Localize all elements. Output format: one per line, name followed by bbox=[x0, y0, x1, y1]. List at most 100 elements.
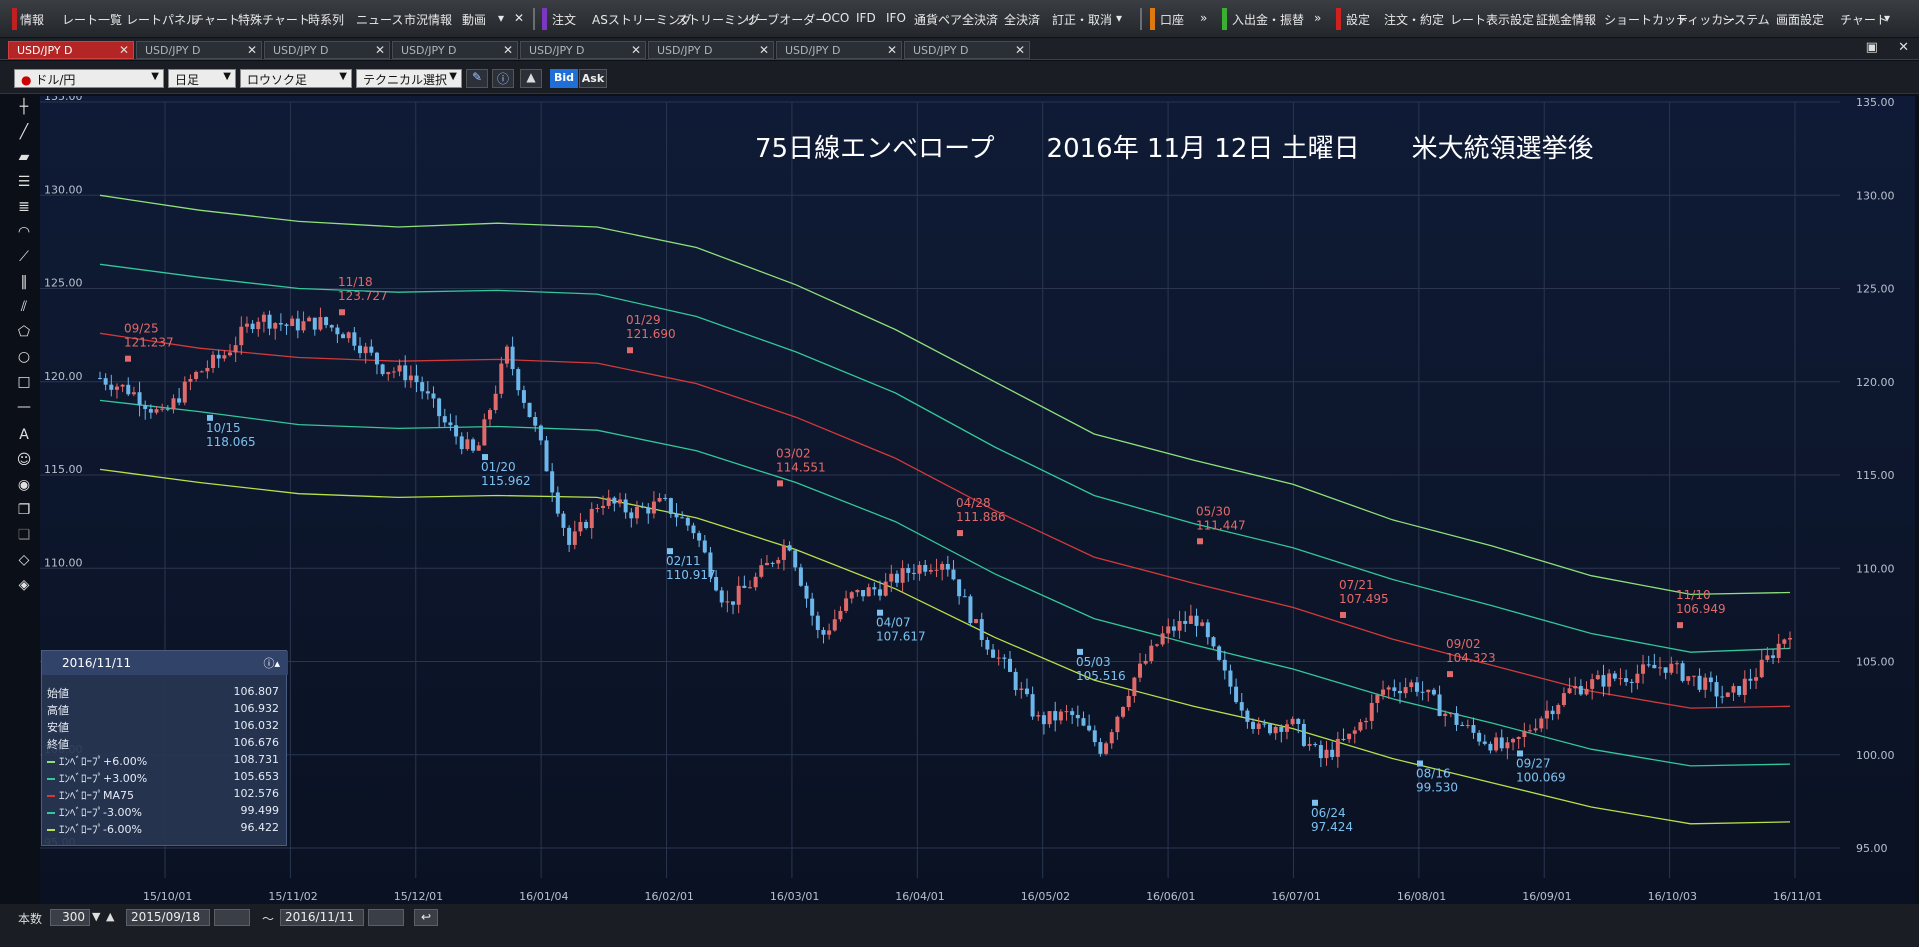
chart-area[interactable]: 135.00 135.00 130.00 130.00 125.00 125.00 120.… bbox=[40, 96, 1915, 904]
menu-deposit-transfer[interactable]: 入出金・振替 bbox=[1232, 11, 1304, 28]
magnet-icon[interactable]: ◉ bbox=[12, 474, 36, 496]
candle-body bbox=[1341, 738, 1346, 740]
to-time-input[interactable] bbox=[368, 909, 404, 926]
menu-system[interactable]: システム bbox=[1722, 11, 1770, 28]
chart-tab[interactable]: USD/JPY D ✕ bbox=[776, 41, 902, 59]
chart-tab[interactable]: USD/JPY D ✕ bbox=[264, 41, 390, 59]
maximize-icon[interactable]: ▣ bbox=[1866, 40, 1878, 55]
menu-video[interactable]: 動画 bbox=[462, 11, 486, 28]
price-chart[interactable]: 135.00 135.00 130.00 130.00 125.00 125.00 120.… bbox=[40, 96, 1915, 904]
close-icon[interactable]: ✕ bbox=[1015, 43, 1025, 57]
menu-amend-cancel[interactable]: 訂正・取消 bbox=[1052, 11, 1112, 28]
menu-ifd[interactable]: IFD bbox=[856, 11, 876, 25]
vertical-lines-icon[interactable]: ‖ bbox=[12, 271, 36, 293]
fibonacci-icon[interactable]: ≣ bbox=[12, 196, 36, 218]
line-tool-icon[interactable]: ╱ bbox=[12, 121, 36, 143]
paste-icon[interactable]: ❏ bbox=[12, 524, 36, 546]
menu-dropdown-icon[interactable]: ▾ bbox=[1116, 11, 1122, 25]
chart-tab[interactable]: USD/JPY D ✕ bbox=[904, 41, 1030, 59]
close-icon[interactable]: ✕ bbox=[631, 43, 641, 57]
menu-special-chart[interactable]: 特殊チャート bbox=[238, 11, 310, 28]
close-icon[interactable]: ✕ bbox=[119, 43, 129, 57]
menu-oco[interactable]: OCO bbox=[822, 11, 849, 25]
menu-rate-list[interactable]: レート一覧 bbox=[62, 11, 122, 28]
from-date-input[interactable]: 2015/09/18 bbox=[126, 909, 210, 926]
menu-rate-panel[interactable]: レートパネル bbox=[126, 11, 198, 28]
smiley-icon[interactable]: ☺ bbox=[12, 449, 36, 471]
candle-body bbox=[674, 514, 679, 518]
menu-chart-settings[interactable]: チャート bbox=[1840, 11, 1888, 28]
info-icon[interactable]: ⓘ bbox=[492, 69, 514, 88]
menu-pair-settle-all[interactable]: 通貨ペア全決済 bbox=[914, 11, 998, 28]
close-icon[interactable]: ✕ bbox=[759, 43, 769, 57]
menu-info[interactable]: 情報 bbox=[20, 11, 44, 28]
menu-chart[interactable]: チャート bbox=[192, 11, 240, 28]
mountain-chart-icon[interactable]: ▲ bbox=[520, 69, 542, 88]
ruler-icon[interactable]: ▰ bbox=[12, 146, 36, 168]
candle-body bbox=[838, 610, 843, 620]
candle-body bbox=[504, 346, 509, 364]
pencil-icon[interactable]: ✎ bbox=[466, 69, 488, 88]
chart-tab[interactable]: USD/JPY D ✕ bbox=[520, 41, 646, 59]
menu-expand-icon[interactable]: » bbox=[1314, 11, 1321, 25]
count-down-icon[interactable]: ▼ bbox=[92, 910, 100, 923]
info-toggle-icon[interactable]: ⓘ▴ bbox=[263, 655, 280, 671]
menu-dropdown-icon[interactable]: ▾ bbox=[1884, 11, 1890, 25]
menu-dropdown-icon[interactable]: ▾ bbox=[498, 11, 504, 25]
circle-icon[interactable]: ○ bbox=[12, 346, 36, 368]
menu-market-info[interactable]: 市況情報 bbox=[404, 11, 452, 28]
chart-tab[interactable]: USD/JPY D ✕ bbox=[648, 41, 774, 59]
tab-label: USD/JPY D bbox=[273, 44, 329, 57]
rectangle-icon[interactable]: □ bbox=[12, 371, 36, 393]
pair-select[interactable]: ● ドル/円 ▼ bbox=[14, 69, 164, 88]
to-date-input[interactable]: 2016/11/11 bbox=[280, 909, 364, 926]
pitchfork-icon[interactable]: ⫽ bbox=[12, 296, 36, 318]
menu-news[interactable]: ニュース bbox=[356, 11, 403, 28]
hline-icon[interactable]: — bbox=[12, 396, 36, 418]
menu-expand-icon[interactable]: » bbox=[1200, 11, 1207, 25]
menu-settle-all[interactable]: 全決済 bbox=[1004, 11, 1040, 28]
menu-close-icon[interactable]: ✕ bbox=[514, 11, 524, 25]
close-window-icon[interactable]: ✕ bbox=[1898, 40, 1909, 55]
technical-select[interactable]: テクニカル選択 ▼ bbox=[356, 69, 462, 88]
period-select[interactable]: 日足 ▼ bbox=[168, 69, 236, 88]
arc-icon[interactable]: ◠ bbox=[12, 221, 36, 243]
chart-tab[interactable]: USD/JPY D ✕ bbox=[8, 41, 134, 59]
menu-rate-display[interactable]: レート表示設定 bbox=[1450, 11, 1534, 28]
close-icon[interactable]: ✕ bbox=[247, 43, 257, 57]
count-input[interactable]: 300 bbox=[50, 909, 90, 926]
count-up-icon[interactable]: ▲ bbox=[106, 910, 114, 923]
close-icon[interactable]: ✕ bbox=[375, 43, 385, 57]
bid-button[interactable]: Bid bbox=[550, 69, 578, 88]
menu-settings[interactable]: 設定 bbox=[1346, 11, 1370, 28]
eraser-icon[interactable]: ◇ bbox=[12, 549, 36, 571]
candle-body bbox=[1002, 657, 1007, 659]
fan-icon[interactable]: ⟋ bbox=[12, 246, 36, 268]
menu-order[interactable]: 注文 bbox=[552, 11, 576, 28]
menu-account[interactable]: 口座 bbox=[1160, 11, 1184, 28]
from-time-input[interactable] bbox=[214, 909, 250, 926]
menu-margin-info[interactable]: 証拠金情報 bbox=[1536, 11, 1596, 28]
chart-type-select[interactable]: ロウソク足 ▼ bbox=[240, 69, 352, 88]
menu-order-execution[interactable]: 注文・約定 bbox=[1384, 11, 1444, 28]
chart-tab[interactable]: USD/JPY D ✕ bbox=[392, 41, 518, 59]
pentagon-icon[interactable]: ⬠ bbox=[12, 321, 36, 343]
chart-tab[interactable]: USD/JPY D ✕ bbox=[136, 41, 262, 59]
menu-screen-settings[interactable]: 画面設定 bbox=[1776, 11, 1824, 28]
candle-body bbox=[685, 517, 690, 526]
close-icon[interactable]: ✕ bbox=[887, 43, 897, 57]
candle-body bbox=[1392, 687, 1397, 691]
crosshair-icon[interactable]: ┼ bbox=[12, 96, 36, 118]
close-icon[interactable]: ✕ bbox=[503, 43, 513, 57]
copy-icon[interactable]: ❐ bbox=[12, 499, 36, 521]
horizontal-lines-icon[interactable]: ☰ bbox=[12, 171, 36, 193]
text-icon[interactable]: A bbox=[12, 424, 36, 446]
menu-leave-order[interactable]: リーブオーダー bbox=[744, 11, 827, 28]
refresh-icon[interactable]: ↩ bbox=[414, 909, 438, 926]
ask-button[interactable]: Ask bbox=[579, 69, 607, 88]
menu-ifo[interactable]: IFO bbox=[886, 11, 906, 25]
chart-type-select-value: ロウソク足 bbox=[247, 73, 308, 87]
eraser-all-icon[interactable]: ◈ bbox=[12, 574, 36, 596]
annotation-value: 99.530 bbox=[1416, 781, 1458, 795]
menu-time-series[interactable]: 時系列 bbox=[308, 11, 344, 28]
